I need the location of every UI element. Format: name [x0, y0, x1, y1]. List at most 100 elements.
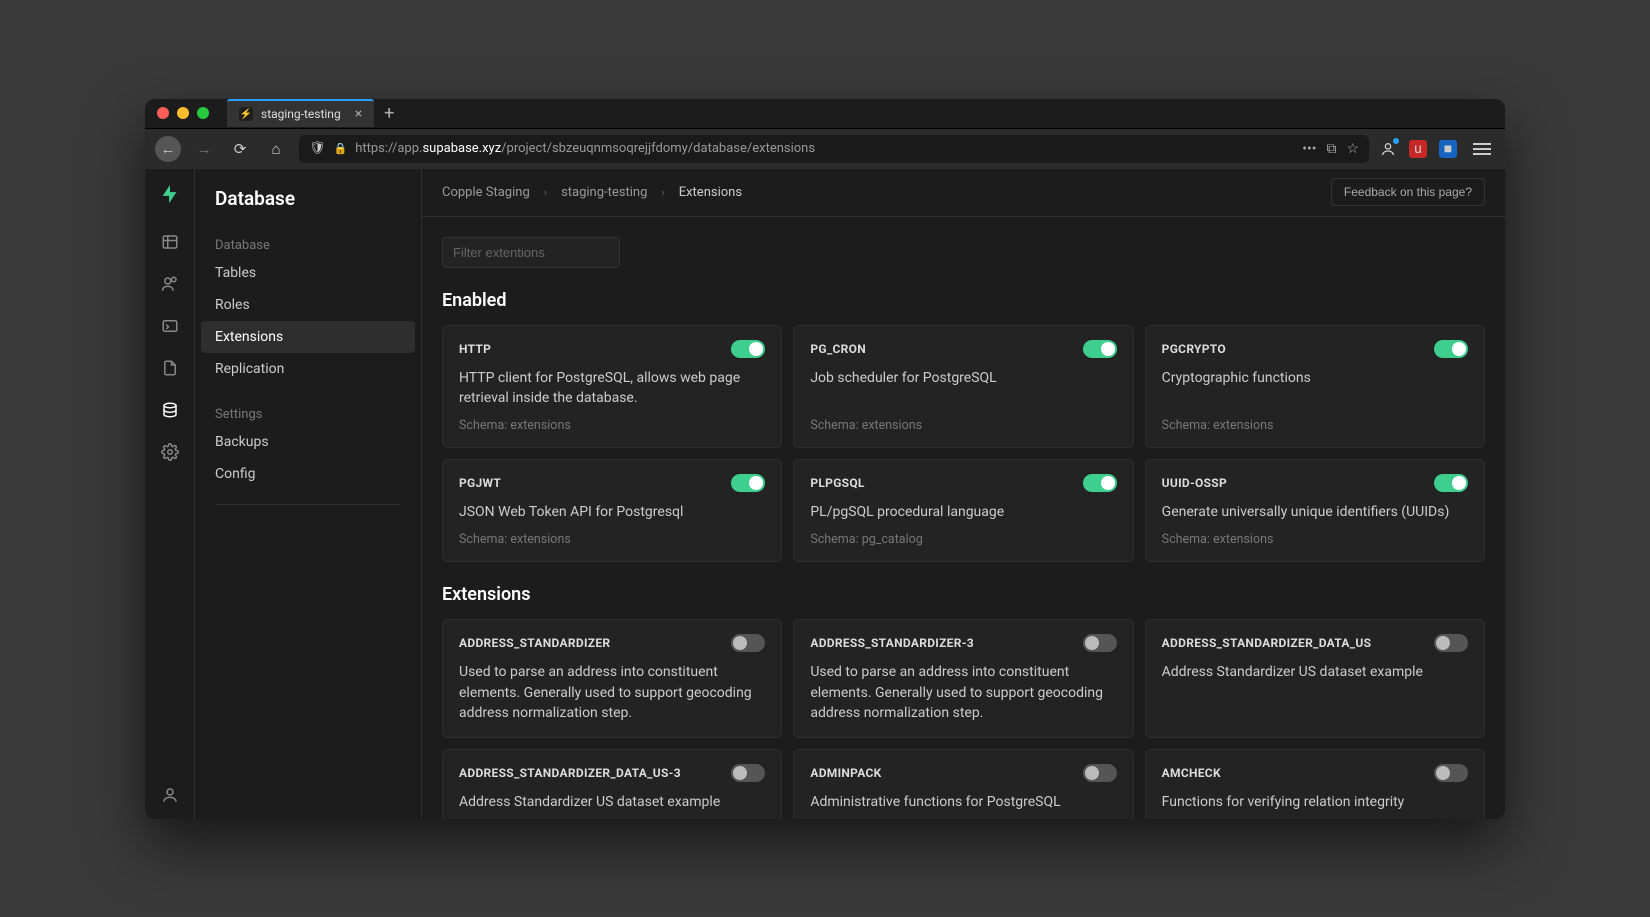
icon-rail	[145, 169, 195, 819]
pocket-icon[interactable]: ⧉	[1326, 141, 1336, 157]
bookmark-icon[interactable]: ☆	[1346, 141, 1359, 157]
sidebar-item-config[interactable]: Config	[195, 458, 421, 490]
crumb-org[interactable]: Copple Staging	[442, 185, 530, 200]
sidebar-item-roles[interactable]: Roles	[195, 289, 421, 321]
meatball-icon[interactable]: •••	[1302, 141, 1316, 157]
extension-description: Address Standardizer US dataset example	[459, 792, 765, 812]
extension-toggle[interactable]	[1434, 340, 1468, 358]
extension-name: PG_CRON	[810, 342, 866, 356]
new-tab-button[interactable]: +	[384, 103, 394, 124]
back-button[interactable]: ←	[155, 136, 181, 162]
extension-1password-icon[interactable]: ■	[1439, 140, 1457, 158]
database-icon[interactable]	[160, 400, 180, 420]
sidebar-group-settings: Settings	[195, 397, 421, 426]
extension-name: ADMINPACK	[810, 766, 881, 780]
extension-toggle[interactable]	[1083, 340, 1117, 358]
extension-card: ADDRESS_STANDARDIZER_DATA_US Address Stan…	[1145, 619, 1485, 738]
extension-toggle[interactable]	[1434, 764, 1468, 782]
available-grid: ADDRESS_STANDARDIZER Used to parse an add…	[442, 619, 1485, 818]
extension-name: ADDRESS_STANDARDIZER_DATA_US	[1162, 636, 1372, 650]
extension-card: AMCHECK Functions for verifying relation …	[1145, 749, 1485, 818]
extension-schema: Schema: extensions	[1162, 532, 1468, 547]
traffic-lights	[157, 107, 209, 119]
extension-description: Functions for verifying relation integri…	[1162, 792, 1468, 812]
account-icon[interactable]	[1379, 140, 1397, 158]
extension-card: HTTPHTTP client for PostgreSQL, allows w…	[442, 325, 782, 449]
section-enabled-title: Enabled	[442, 290, 1485, 311]
extension-description: Cryptographic functions	[1162, 368, 1468, 409]
extension-toggle[interactable]	[1083, 634, 1117, 652]
chevron-right-icon: ›	[544, 186, 547, 199]
extension-description: PL/pgSQL procedural language	[810, 502, 1116, 522]
extension-card: ADMINPACK Administrative functions for Po…	[793, 749, 1133, 818]
maximize-window[interactable]	[197, 107, 209, 119]
sidebar-item-backups[interactable]: Backups	[195, 426, 421, 458]
extension-schema: Schema: extensions	[1162, 418, 1468, 433]
extension-card: PLPGSQL PL/pgSQL procedural language Schem…	[793, 459, 1133, 562]
content-body: Enabled HTTPHTTP client for PostgreSQL, …	[422, 217, 1505, 819]
app-frame: Database Database Tables Roles Extension…	[145, 169, 1505, 819]
extension-card: UUID-OSSPGenerate universally unique ide…	[1145, 459, 1485, 562]
sidebar-item-tables[interactable]: Tables	[195, 257, 421, 289]
extension-schema: Schema: pg_catalog	[810, 532, 1116, 547]
close-window[interactable]	[157, 107, 169, 119]
close-tab-icon[interactable]: ×	[355, 106, 362, 122]
extension-name: ADDRESS_STANDARDIZER	[459, 636, 610, 650]
lock-icon: 🔒	[334, 142, 348, 155]
url-text: https://app.supabase.xyz/project/sbzeuqn…	[355, 141, 815, 156]
extension-toggle[interactable]	[731, 634, 765, 652]
forward-button[interactable]: →	[191, 136, 217, 162]
favicon-icon: ⚡	[239, 107, 253, 121]
user-icon[interactable]	[160, 785, 180, 805]
extension-ublock-icon[interactable]: u	[1409, 140, 1427, 158]
main-content: Copple Staging › staging-testing › Exten…	[422, 169, 1505, 819]
extension-toggle[interactable]	[1434, 634, 1468, 652]
filter-extensions-input[interactable]	[442, 237, 620, 268]
sidebar-group-database: Database	[195, 228, 421, 257]
extension-description: Used to parse an address into constituen…	[459, 662, 765, 723]
extension-name: PLPGSQL	[810, 476, 864, 490]
extension-name: PGCRYPTO	[1162, 342, 1226, 356]
extension-toggle[interactable]	[1434, 474, 1468, 492]
extension-name: PGJWT	[459, 476, 501, 490]
home-button[interactable]: ⌂	[263, 136, 289, 162]
auth-icon[interactable]	[160, 274, 180, 294]
extension-schema: Schema: extensions	[459, 532, 765, 547]
section-extensions-title: Extensions	[442, 584, 1485, 605]
table-editor-icon[interactable]	[160, 232, 180, 252]
extension-toggle[interactable]	[1083, 474, 1117, 492]
sidebar-item-replication[interactable]: Replication	[195, 353, 421, 385]
extension-name: AMCHECK	[1162, 766, 1221, 780]
supabase-logo-icon[interactable]	[159, 183, 181, 210]
storage-icon[interactable]	[160, 358, 180, 378]
feedback-button[interactable]: Feedback on this page?	[1331, 178, 1485, 206]
extension-name: HTTP	[459, 342, 491, 356]
extension-description: Administrative functions for PostgreSQL	[810, 792, 1116, 812]
extension-description: Used to parse an address into constituen…	[810, 662, 1116, 723]
extension-toggle[interactable]	[731, 764, 765, 782]
extension-description: JSON Web Token API for Postgresql	[459, 502, 765, 522]
address-actions: ••• ⧉ ☆	[1302, 141, 1359, 157]
url-toolbar: ← → ⟳ ⌂ 🛡 🔒 https://app.supabase.xyz/pro…	[145, 129, 1505, 169]
sidebar-item-extensions[interactable]: Extensions	[201, 321, 415, 353]
browser-tab[interactable]: ⚡ staging-testing ×	[227, 99, 374, 127]
reload-button[interactable]: ⟳	[227, 136, 253, 162]
extension-name: UUID-OSSP	[1162, 476, 1227, 490]
extension-description: Address Standardizer US dataset example	[1162, 662, 1468, 723]
extension-card: PGCRYPTO Cryptographic functions Schema: e…	[1145, 325, 1485, 449]
address-bar[interactable]: 🛡 🔒 https://app.supabase.xyz/project/sbz…	[299, 135, 1369, 163]
crumb-project[interactable]: staging-testing	[561, 185, 647, 200]
extension-toggle[interactable]	[1083, 764, 1117, 782]
sidebar-divider	[215, 504, 401, 505]
extension-card: ADDRESS_STANDARDIZER_DATA_US-3Address St…	[442, 749, 782, 818]
menu-icon[interactable]	[1473, 143, 1495, 155]
breadcrumb-bar: Copple Staging › staging-testing › Exten…	[422, 169, 1505, 217]
extension-toggle[interactable]	[731, 340, 765, 358]
sidebar-title: Database	[195, 187, 421, 228]
settings-icon[interactable]	[160, 442, 180, 462]
tab-title: staging-testing	[261, 107, 341, 121]
extension-toggle[interactable]	[731, 474, 765, 492]
extension-card: ADDRESS_STANDARDIZER Used to parse an add…	[442, 619, 782, 738]
minimize-window[interactable]	[177, 107, 189, 119]
sql-editor-icon[interactable]	[160, 316, 180, 336]
